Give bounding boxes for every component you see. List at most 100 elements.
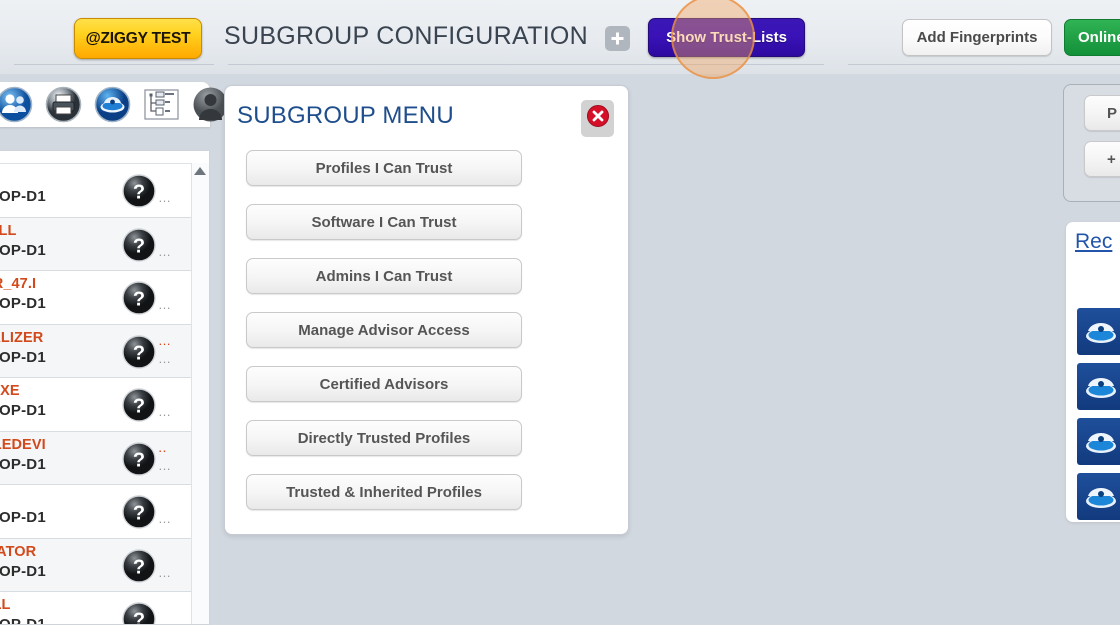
question-mark-icon[interactable]: ? bbox=[122, 174, 156, 208]
list-item-host: 15 DESKTOP-D1 bbox=[0, 241, 46, 259]
add-fingerprints-button[interactable]: Add Fingerprints bbox=[902, 19, 1052, 56]
left-toolbar bbox=[0, 82, 228, 127]
question-mark-icon[interactable]: ? bbox=[122, 602, 156, 625]
list-item[interactable]: GLESV2.DLL 15 DESKTOP-D1? … bbox=[0, 217, 209, 271]
right-panel-add-label: + bbox=[1107, 150, 1116, 168]
svg-text:?: ? bbox=[133, 182, 145, 204]
subgroup-menu-item-label: Software I Can Trust bbox=[311, 213, 457, 231]
header-divider-left bbox=[14, 64, 214, 65]
list-header-spacer bbox=[0, 151, 209, 164]
right-action-panel: P + bbox=[1063, 84, 1120, 202]
online-status-button[interactable]: Online bbox=[1064, 19, 1120, 56]
subgroup-menu-item-label: Manage Advisor Access bbox=[298, 321, 470, 339]
cloud-eye-icon[interactable] bbox=[94, 86, 131, 123]
recent-panel: Rec bbox=[1066, 222, 1120, 522]
subgroup-menu-close-button[interactable] bbox=[581, 100, 614, 137]
question-mark-icon[interactable]: ? bbox=[122, 548, 156, 583]
list-item-overflow: … bbox=[158, 243, 172, 259]
question-mark-icon[interactable]: ? bbox=[122, 227, 156, 262]
header-divider-center bbox=[228, 64, 824, 65]
header-divider-right bbox=[848, 64, 1120, 65]
list-item[interactable]: EGL.DLL15 DESKTOP-D1?… bbox=[0, 164, 209, 218]
list-item-host: 15 DESKTOP-D1 bbox=[0, 188, 46, 205]
list-item-overflow: … bbox=[158, 564, 172, 580]
app-header: @ZIGGY TEST SUBGROUP CONFIGURATION Show … bbox=[0, 0, 1120, 74]
subgroup-menu-item-label: Trusted & Inherited Profiles bbox=[286, 483, 482, 501]
subgroup-menu-item[interactable]: Manage Advisor Access bbox=[246, 312, 522, 348]
svg-text:?: ? bbox=[133, 556, 145, 578]
svg-text:?: ? bbox=[133, 610, 145, 625]
list-item-overflow: … bbox=[158, 404, 172, 419]
close-icon bbox=[586, 104, 610, 133]
subgroup-menu-item[interactable]: Admins I Can Trust bbox=[246, 258, 522, 294]
cloud-eye-icon[interactable] bbox=[1077, 308, 1120, 355]
svg-text:?: ? bbox=[133, 289, 145, 311]
list-item[interactable]: LLISTO.DLL 07 DESKTOP-D1? bbox=[0, 592, 209, 625]
question-mark-icon[interactable]: ? bbox=[122, 281, 156, 315]
right-panel-add-button[interactable]: + bbox=[1084, 141, 1120, 177]
users-group-icon[interactable] bbox=[0, 86, 33, 123]
cloud-eye-icon[interactable] bbox=[1077, 473, 1120, 520]
subgroup-menu-item[interactable]: Trusted & Inherited Profiles bbox=[246, 474, 522, 510]
question-mark-icon[interactable]: ? bbox=[122, 495, 156, 529]
subgroup-menu-buttons: Profiles I Can Trust Software I Can Trust… bbox=[246, 150, 522, 528]
list-item-overflow: … bbox=[158, 457, 172, 473]
printer-icon[interactable] bbox=[45, 86, 82, 123]
list-item-overflow: … bbox=[158, 511, 172, 526]
list-item-host: 14 DESKTOP-D1 bbox=[0, 295, 46, 312]
subgroup-menu-item[interactable]: Software I Can Trust bbox=[246, 204, 522, 240]
app-root: @ZIGGY TEST SUBGROUP CONFIGURATION Show … bbox=[0, 0, 1120, 625]
cloud-eye-icon[interactable] bbox=[1077, 363, 1120, 410]
ziggy-test-badge[interactable]: @ZIGGY TEST bbox=[74, 18, 202, 59]
list-item-name: COMPILER_47.I bbox=[0, 276, 37, 292]
svg-text:?: ? bbox=[133, 396, 145, 418]
list-item-name: NESVISUALIZER bbox=[0, 329, 44, 346]
add-fingerprints-label: Add Fingerprints bbox=[916, 29, 1038, 46]
add-subgroup-button[interactable] bbox=[605, 26, 630, 51]
svg-text:?: ? bbox=[133, 235, 145, 257]
list-item[interactable]: TIFYMIGRATOR 02 DESKTOP-D1? … bbox=[0, 538, 209, 592]
list-item-host: 01 DESKTOP-D1 bbox=[0, 455, 46, 473]
left-panel: EGL.DLL15 DESKTOP-D1?…GLESV2.DLL15 DESKT… bbox=[0, 82, 228, 625]
list-item-name: TNOTED.EXE bbox=[0, 383, 20, 399]
svg-text:?: ? bbox=[133, 449, 145, 471]
scroll-up-arrow-icon[interactable] bbox=[194, 167, 206, 175]
fingerprint-list[interactable]: EGL.DLL15 DESKTOP-D1?…GLESV2.DLL15 DESKT… bbox=[0, 150, 210, 625]
list-item[interactable]: COMPILER_47.I14 DESKTOP-D1?… bbox=[0, 271, 209, 325]
list-item-host: 07 DESKTOP-D1 bbox=[0, 616, 46, 625]
list-item[interactable]: TNOTED.EXE 03 DESKTOP-D1? … bbox=[0, 378, 209, 432]
list-item[interactable]: PLEMOBILEDEVI 01 DESKTOP-D1? … ‥ bbox=[0, 431, 209, 485]
list-item-name: TIFYMIGRATOR bbox=[0, 543, 37, 560]
hierarchy-tree-icon[interactable] bbox=[143, 86, 180, 123]
plus-icon bbox=[609, 30, 626, 47]
list-scrollbar[interactable] bbox=[191, 163, 209, 624]
online-status-label: Online bbox=[1078, 29, 1120, 46]
svg-text:?: ? bbox=[133, 342, 145, 364]
subgroup-menu-item-label: Admins I Can Trust bbox=[315, 267, 453, 285]
list-item-name: LLISTO.DLL bbox=[0, 597, 11, 613]
subgroup-menu-panel: SUBGROUP MENU Profiles I Can Trust Softwa… bbox=[224, 85, 629, 535]
list-item-name-overflow: … bbox=[158, 332, 172, 348]
fingerprint-rows: EGL.DLL15 DESKTOP-D1?…GLESV2.DLL15 DESKT… bbox=[0, 164, 209, 625]
question-mark-icon[interactable]: ? bbox=[122, 441, 156, 476]
subgroup-menu-item[interactable]: Profiles I Can Trust bbox=[246, 150, 522, 186]
subgroup-menu-item[interactable]: Certified Advisors bbox=[246, 366, 522, 402]
list-item-host: 03 DESKTOP-D1 bbox=[0, 402, 46, 419]
list-item-overflow: … bbox=[158, 350, 172, 366]
cloud-eye-icon[interactable] bbox=[1077, 418, 1120, 465]
right-panel-primary-label: P bbox=[1107, 104, 1118, 122]
subgroup-menu-item-label: Profiles I Can Trust bbox=[315, 159, 453, 177]
list-item-host: 05 DESKTOP-D1 bbox=[0, 348, 46, 366]
list-item-host: 02 DESKTOP-D1 bbox=[0, 562, 46, 580]
list-item[interactable]: NES.EXE56 DESKTOP-D1?… bbox=[0, 485, 209, 539]
list-item-overflow: … bbox=[158, 190, 172, 205]
list-item-name: GLESV2.DLL bbox=[0, 222, 17, 239]
svg-text:?: ? bbox=[133, 503, 145, 525]
show-trust-lists-button[interactable]: Show Trust-Lists bbox=[648, 18, 805, 57]
recent-panel-title[interactable]: Rec bbox=[1075, 230, 1112, 254]
question-mark-icon[interactable]: ? bbox=[122, 388, 156, 422]
right-panel-primary-button[interactable]: P bbox=[1084, 95, 1120, 131]
question-mark-icon[interactable]: ? bbox=[122, 334, 156, 369]
subgroup-menu-item[interactable]: Directly Trusted Profiles bbox=[246, 420, 522, 456]
list-item[interactable]: NESVISUALIZER 05 DESKTOP-D1? … … bbox=[0, 324, 209, 378]
